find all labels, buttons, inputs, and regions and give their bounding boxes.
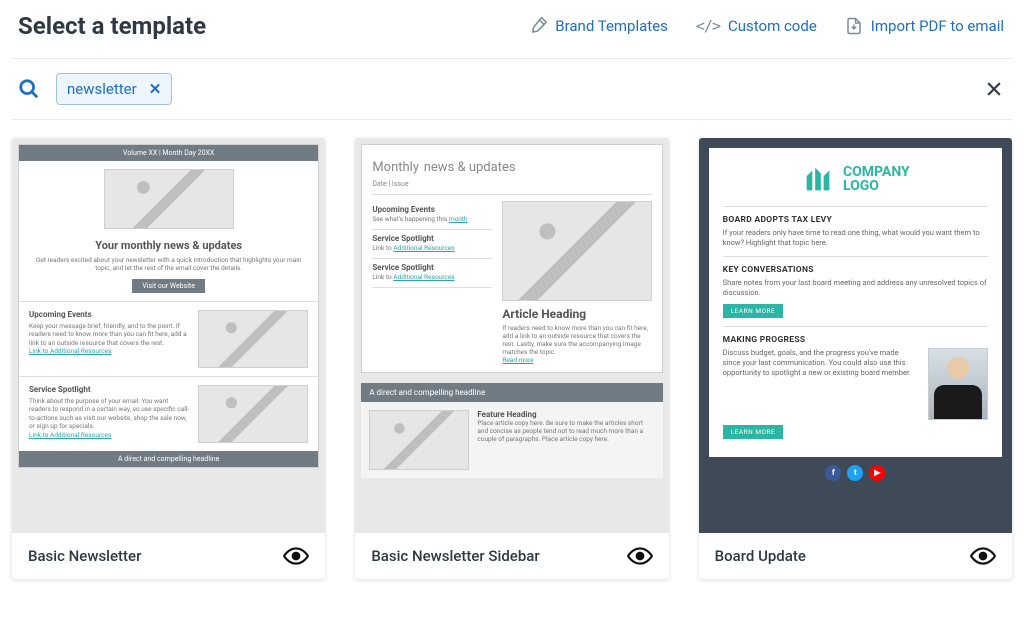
template-name: Board Update [715,547,806,565]
preview-icon[interactable] [283,547,309,565]
youtube-icon: ▶ [869,465,885,481]
learn-more-button: LEARN MORE [723,425,784,439]
preview-icon[interactable] [970,547,996,565]
side-text: See what's happening this [372,215,448,223]
sec-title: BOARD ADOPTS TAX LEVY [723,215,988,225]
side-link: Additional Resources [393,273,454,281]
thumb-intro: Get readers excited about your newslette… [19,256,318,279]
pdf-icon [845,16,863,36]
side-link: Additional Resources [393,244,454,252]
page-title: Select a template [18,12,206,40]
search-icon[interactable] [18,78,40,100]
sec-body: If your readers only have time to read o… [723,228,988,248]
brand-templates-label: Brand Templates [555,17,668,35]
search-filter-chip[interactable]: newsletter ✕ [56,73,172,105]
side-text: Link to [372,244,393,252]
learn-more-button: LEARN MORE [723,304,784,318]
chip-remove-icon[interactable]: ✕ [149,80,162,98]
image-placeholder [502,201,651,301]
template-thumbnail: Volume XX | Month Day 20XX Your monthly … [12,138,325,533]
import-pdf-link[interactable]: Import PDF to email [845,16,1004,36]
thumb-sec2-body: Think about the purpose of your email: Y… [29,397,190,431]
thumb-date: Date | Issue [372,176,651,195]
sec-title: MAKING PROGRESS [723,335,988,345]
thumb-sec1-body: Keep your message brief, friendly, and t… [29,322,190,347]
image-placeholder [198,310,308,368]
person-photo [928,348,988,420]
thumb-sec2-title: Service Spotlight [29,385,190,394]
template-name: Basic Newsletter Sidebar [371,547,539,565]
side-title: Upcoming Events [372,205,492,214]
logo-icon [801,162,835,196]
article-body: If readers need to know more than you ca… [502,324,651,356]
template-thumbnail: COMPANYLOGO BOARD ADOPTS TAX LEVY If you… [699,138,1012,533]
side-text: Link to [372,273,393,281]
social-icons: f t ▶ [709,457,1002,483]
image-placeholder [198,385,308,443]
article-heading: Article Heading [502,307,651,321]
thumb-cta: Visit our Website [132,279,205,293]
card-footer: Board Update [699,533,1012,579]
search-chip-label: newsletter [67,80,137,98]
search-row: newsletter ✕ [0,59,1024,119]
page-header: Select a template Brand Templates </> Cu… [0,0,1024,58]
image-placeholder [369,410,469,470]
thumb-heading: Monthly news & updates [372,153,651,176]
thumb-bottombar: A direct and compelling headline [19,451,318,467]
facebook-icon: f [825,465,841,481]
brand-templates-link[interactable]: Brand Templates [529,17,668,35]
template-card-basic-newsletter-sidebar[interactable]: Monthly news & updates Date | Issue Upco… [355,138,668,579]
sec-title: KEY CONVERSATIONS [723,265,988,275]
thumb-heading: Your monthly news & updates [19,237,318,256]
sec-body: Share notes from your last board meeting… [723,278,988,298]
template-name: Basic Newsletter [28,547,141,565]
custom-code-label: Custom code [728,17,817,35]
import-pdf-label: Import PDF to email [871,17,1004,35]
template-grid: Volume XX | Month Day 20XX Your monthly … [0,120,1024,579]
template-card-basic-newsletter[interactable]: Volume XX | Month Day 20XX Your monthly … [12,138,325,579]
side-title: Service Spotlight [372,263,492,272]
card-footer: Basic Newsletter Sidebar [355,533,668,579]
custom-code-link[interactable]: </> Custom code [696,17,817,35]
card-footer: Basic Newsletter [12,533,325,579]
side-link: month [449,215,468,223]
thumb-sec1-title: Upcoming Events [29,310,190,319]
feature-body: Place article copy here. Be sure to make… [477,419,654,443]
template-thumbnail: Monthly news & updates Date | Issue Upco… [355,138,668,533]
template-card-board-update[interactable]: COMPANYLOGO BOARD ADOPTS TAX LEVY If you… [699,138,1012,579]
feature-heading: Feature Heading [477,410,654,419]
twitter-icon: t [847,465,863,481]
image-placeholder [104,169,234,229]
preview-icon[interactable] [627,547,653,565]
thumb-link: Link to Additional Resources [29,431,190,439]
code-icon: </> [696,17,720,35]
sec-body: Discuss budget, goals, and the progress … [723,348,918,378]
thumb-bar: A direct and compelling headline [361,383,662,402]
side-title: Service Spotlight [372,234,492,243]
header-actions: Brand Templates </> Custom code Import P… [529,16,1004,36]
brush-icon [529,17,547,35]
thumb-link: Link to Additional Resources [29,347,190,355]
read-more-link: Read more [502,356,651,364]
clear-search-icon[interactable] [984,79,1004,99]
company-logo: COMPANYLOGO [723,158,988,206]
thumb-topbar: Volume XX | Month Day 20XX [19,145,318,161]
